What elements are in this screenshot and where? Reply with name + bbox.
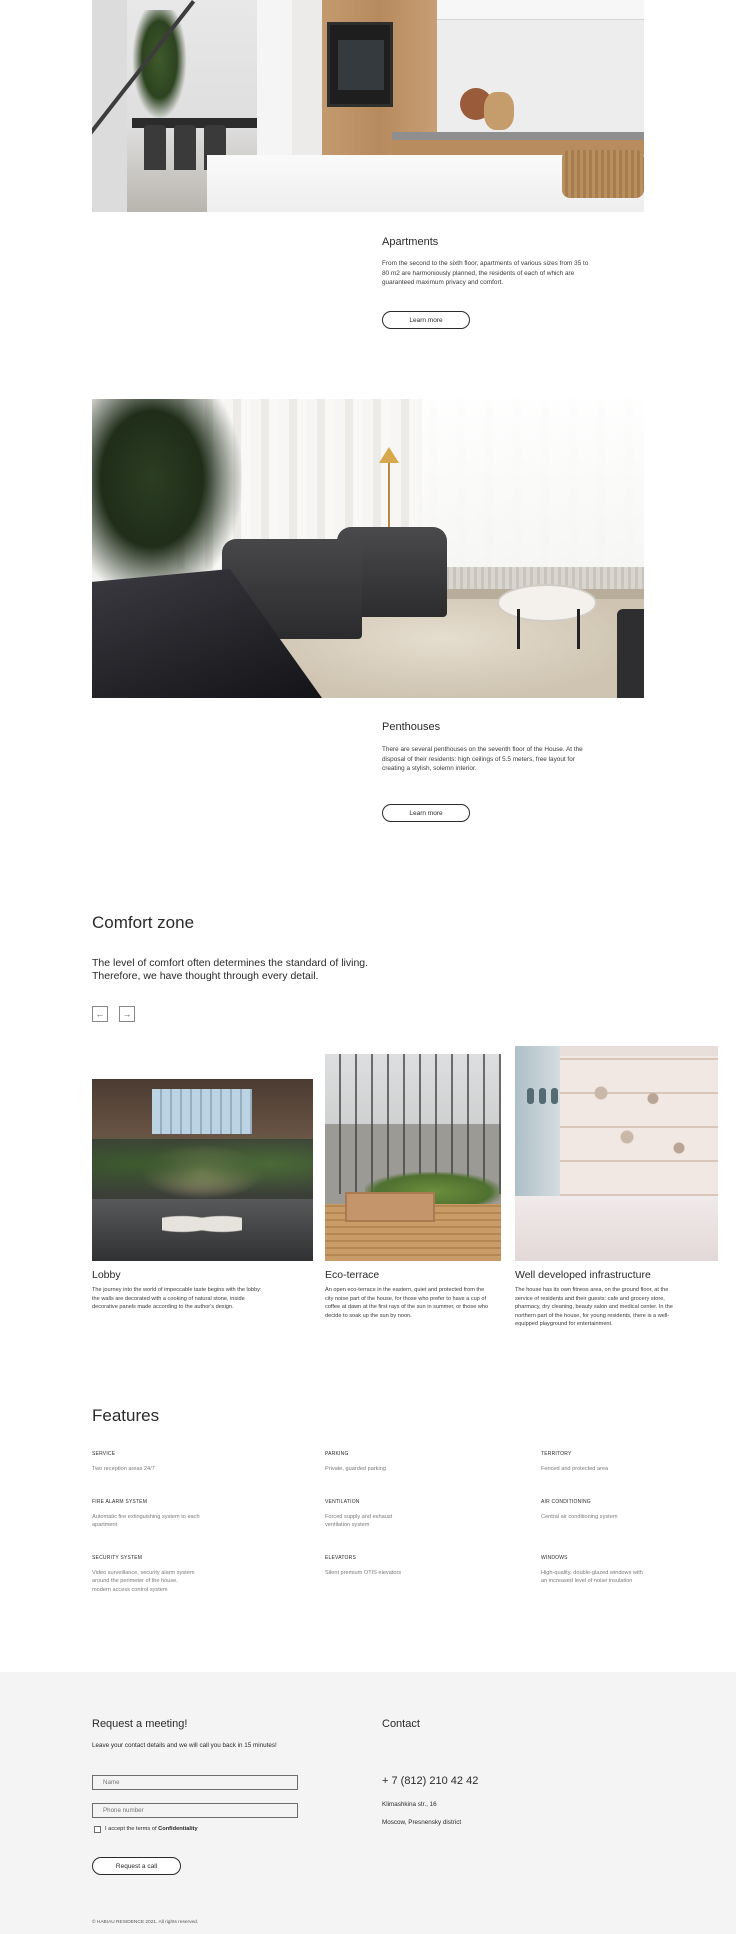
feature-value-security: Video surveillance, security alarm syste… <box>92 1570 195 1593</box>
feature-label-security: SECURITY SYSTEM <box>92 1555 143 1561</box>
apartments-title: Apartments <box>382 236 439 248</box>
eco-terrace-image <box>325 1054 501 1261</box>
slider-next-button[interactable]: → <box>119 1006 135 1022</box>
feature-label-ventilation: VENTILATION <box>325 1499 360 1505</box>
slider-prev-button[interactable]: ← <box>92 1006 108 1022</box>
feature-value-fire-alarm: Automatic fire extinguishing system to e… <box>92 1514 200 1529</box>
slide-title-infrastructure: Well developed infrastructure <box>515 1269 651 1281</box>
feature-label-parking: PARKING <box>325 1451 349 1457</box>
copyright: © HABIAU RESIDENCE 2021. All rights rese… <box>92 1920 199 1925</box>
feature-value-parking: Private, guarded parking <box>325 1466 386 1472</box>
lobby-image <box>92 1079 313 1261</box>
slide-text-lobby: The journey into the world of impeccable… <box>92 1287 262 1311</box>
consent-prefix: I accept the terms of <box>105 1826 159 1832</box>
feature-label-fire-alarm: FIRE ALARM SYSTEM <box>92 1499 148 1505</box>
contact-address-district: Moscow, Presnensky district <box>382 1819 462 1826</box>
request-meeting-subtitle: Leave your contact details and we will c… <box>92 1742 277 1749</box>
features-title: Features <box>92 1406 160 1425</box>
infrastructure-image <box>515 1046 718 1261</box>
slide-text-infrastructure: The house has its own fitness area, on t… <box>515 1287 673 1328</box>
apartments-learn-more-button[interactable]: Learn more <box>382 311 470 329</box>
confidentiality-link[interactable]: Confidentiality <box>158 1826 198 1832</box>
feature-value-air-conditioning: Central air conditioning system <box>541 1514 618 1520</box>
feature-value-service: Two reception areas 24/7 <box>92 1466 155 1472</box>
feature-label-service: SERVICE <box>92 1451 116 1457</box>
contact-title: Contact <box>382 1718 420 1730</box>
slide-text-eco-terrace: An open eco-terrace in the eastern, quie… <box>325 1287 489 1319</box>
penthouses-text: There are several penthouses on the seve… <box>382 746 583 773</box>
apartments-text: From the second to the sixth floor, apar… <box>382 260 589 287</box>
name-input[interactable] <box>92 1775 298 1790</box>
feature-label-windows: WINDOWS <box>541 1555 568 1561</box>
feature-value-windows: High-quality, double-glazed windows with… <box>541 1570 643 1585</box>
request-call-button[interactable]: Request a call <box>92 1857 181 1875</box>
arrow-left-icon: ← <box>95 1009 105 1019</box>
consent-label: I accept the terms of Confidentiality <box>105 1826 198 1832</box>
phone-input[interactable] <box>92 1803 298 1818</box>
comfort-zone-subtitle: The level of comfort often determines th… <box>92 957 369 982</box>
slide-title-eco-terrace: Eco-terrace <box>325 1269 380 1281</box>
penthouses-image <box>92 399 644 698</box>
consent-checkbox[interactable] <box>94 1826 101 1833</box>
feature-label-elevators: ELEVATORS <box>325 1555 356 1561</box>
feature-label-air-conditioning: AIR CONDITIONING <box>541 1499 591 1505</box>
request-meeting-title: Request a meeting! <box>92 1718 188 1730</box>
apartments-image <box>92 0 644 212</box>
comfort-zone-title: Comfort zone <box>92 913 195 932</box>
feature-value-elevators: Silent premium OTIS elevators <box>325 1570 402 1576</box>
feature-value-ventilation: Forced supply and exhaust ventilation sy… <box>325 1514 393 1529</box>
arrow-right-icon: → <box>122 1009 132 1019</box>
feature-value-territory: Fenced and protected area <box>541 1466 609 1472</box>
feature-label-territory: TERRITORY <box>541 1451 572 1457</box>
penthouses-title: Penthouses <box>382 721 441 733</box>
contact-address-street: Klimashkina str., 16 <box>382 1801 437 1808</box>
contact-phone[interactable]: + 7 (812) 210 42 42 <box>382 1775 478 1787</box>
slide-title-lobby: Lobby <box>92 1269 121 1281</box>
penthouses-learn-more-button[interactable]: Learn more <box>382 804 470 822</box>
